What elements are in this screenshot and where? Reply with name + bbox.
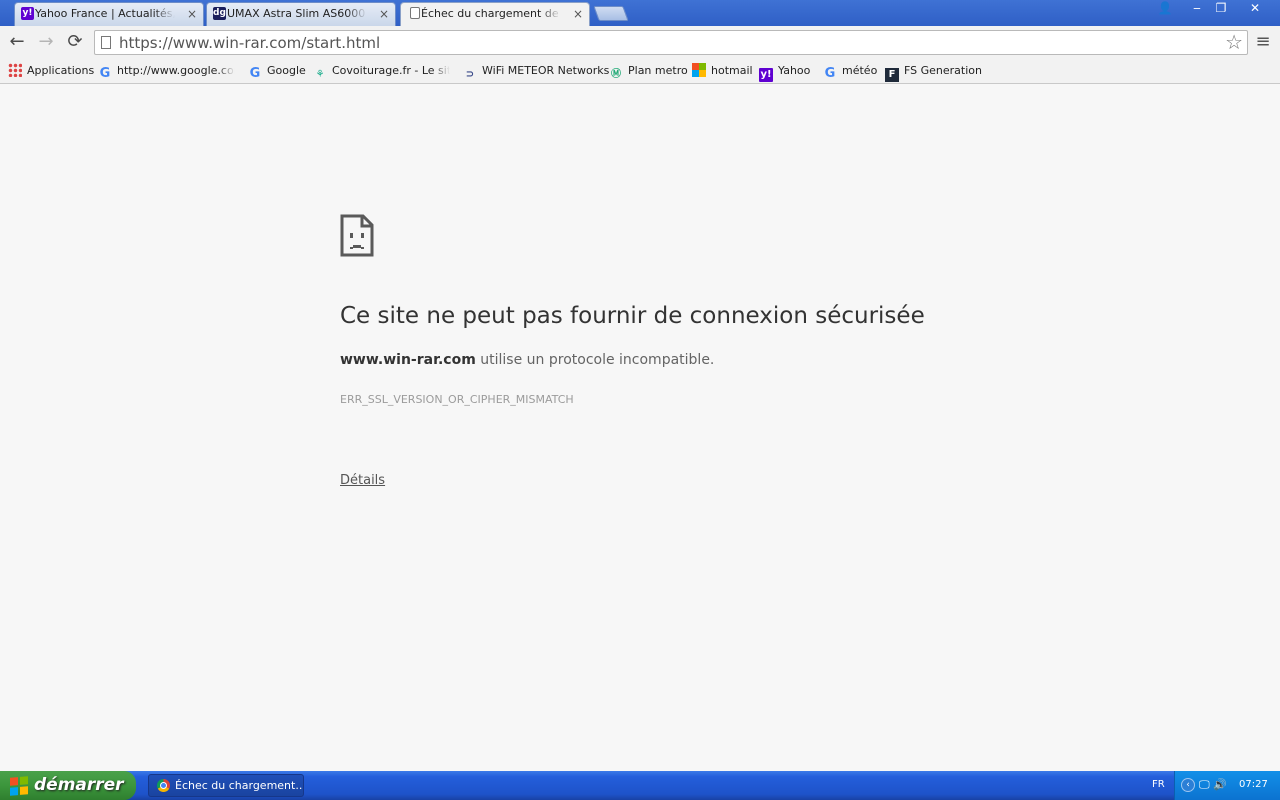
fs-icon: F xyxy=(885,68,899,82)
volume-icon[interactable]: 🔊 xyxy=(1213,778,1227,791)
windows-logo-icon xyxy=(10,776,28,796)
tab-title: Yahoo France | Actualités, mail et reche… xyxy=(35,7,175,20)
network-icon[interactable]: 🖵 xyxy=(1199,778,1210,792)
page-icon xyxy=(101,36,111,49)
details-link[interactable]: Détails xyxy=(340,473,385,488)
metro-icon: Ⓜ xyxy=(611,69,621,80)
tab-error-page[interactable]: Échec du chargement de la page × xyxy=(400,2,590,26)
bookmarks-bar: Applications Ghttp://www.google.com/ GGo… xyxy=(0,58,1280,84)
tab-title: UMAX Astra Slim AS6000 Free Driver Downl… xyxy=(227,7,367,20)
page-icon xyxy=(410,7,420,19)
chevron-left-icon[interactable]: ‹ xyxy=(1181,778,1195,792)
bookmark-fs-generation[interactable]: F FS Generation xyxy=(885,62,982,82)
wifi-icon: ⊃ xyxy=(465,69,475,80)
clock: 07:27 xyxy=(1239,779,1268,790)
bookmark-applications[interactable]: Applications xyxy=(8,62,94,80)
bookmark-google-url[interactable]: Ghttp://www.google.com/ xyxy=(98,62,235,81)
close-icon[interactable]: × xyxy=(187,3,197,25)
covoiturage-icon: ⚘ xyxy=(315,69,325,80)
system-tray: ‹ 🖵 🔊 07:27 xyxy=(1174,771,1280,800)
close-icon[interactable]: × xyxy=(379,3,389,25)
start-button[interactable]: démarrer xyxy=(0,771,136,800)
tab-yahoo[interactable]: y! Yahoo France | Actualités, mail et re… xyxy=(14,2,204,26)
tab-strip: y! Yahoo France | Actualités, mail et re… xyxy=(0,0,1280,26)
reload-button[interactable]: ⟳ xyxy=(64,32,86,54)
microsoft-icon xyxy=(692,63,706,77)
bookmark-covoiturage[interactable]: ⚘ Covoiturage.fr - Le site xyxy=(313,62,450,80)
url-input[interactable] xyxy=(119,33,1219,52)
error-code: ERR_SSL_VERSION_OR_CIPHER_MISMATCH xyxy=(340,393,574,406)
new-tab-button[interactable] xyxy=(593,6,629,21)
google-icon: G xyxy=(99,66,111,81)
bookmark-hotmail[interactable]: hotmail xyxy=(692,62,753,80)
bookmark-wifi-meteor[interactable]: ⊃ WiFi METEOR Networks xyxy=(463,62,610,80)
user-icon[interactable]: 👤 xyxy=(1150,0,1180,18)
bookmark-google[interactable]: G Google xyxy=(248,62,306,81)
bookmark-star-icon[interactable]: ☆ xyxy=(1225,31,1243,53)
yahoo-icon: y! xyxy=(21,7,34,20)
back-button[interactable]: ← xyxy=(6,32,28,54)
close-window-button[interactable]: ✕ xyxy=(1232,0,1278,18)
error-description: www.win-rar.com utilise un protocole inc… xyxy=(340,352,714,368)
google-icon: G xyxy=(824,66,836,81)
tab-umax[interactable]: dg UMAX Astra Slim AS6000 Free Driver Do… xyxy=(206,2,396,26)
sad-page-icon xyxy=(340,214,374,257)
forward-button[interactable]: → xyxy=(35,32,57,54)
bookmark-yahoo[interactable]: y! Yahoo xyxy=(759,62,810,82)
windows-taskbar: démarrer Échec du chargement... FR ‹ 🖵 🔊… xyxy=(0,771,1280,800)
error-host: www.win-rar.com xyxy=(340,352,476,368)
start-label: démarrer xyxy=(34,775,124,795)
tab-title: Échec du chargement de la page xyxy=(421,7,561,20)
bookmark-plan-metro[interactable]: Ⓜ Plan metro xyxy=(609,62,688,80)
close-icon[interactable]: × xyxy=(573,3,583,25)
language-indicator[interactable]: FR xyxy=(1152,779,1165,790)
yahoo-icon: y! xyxy=(759,68,773,82)
address-bar[interactable]: ☆ xyxy=(94,30,1248,55)
apps-icon xyxy=(8,63,22,77)
taskbar-item-label: Échec du chargement... xyxy=(175,779,304,792)
dg-icon: dg xyxy=(213,7,226,20)
bookmark-meteo[interactable]: Gmétéo xyxy=(823,62,878,81)
google-icon: G xyxy=(249,66,261,81)
taskbar-item-chrome[interactable]: Échec du chargement... xyxy=(148,774,304,797)
error-title: Ce site ne peut pas fournir de connexion… xyxy=(340,303,925,329)
chrome-icon xyxy=(157,779,170,792)
browser-toolbar: ← → ⟳ ☆ ≡ xyxy=(0,26,1280,58)
chrome-menu-button[interactable]: ≡ xyxy=(1254,32,1272,52)
error-description-text: utilise un protocole incompatible. xyxy=(475,352,715,368)
